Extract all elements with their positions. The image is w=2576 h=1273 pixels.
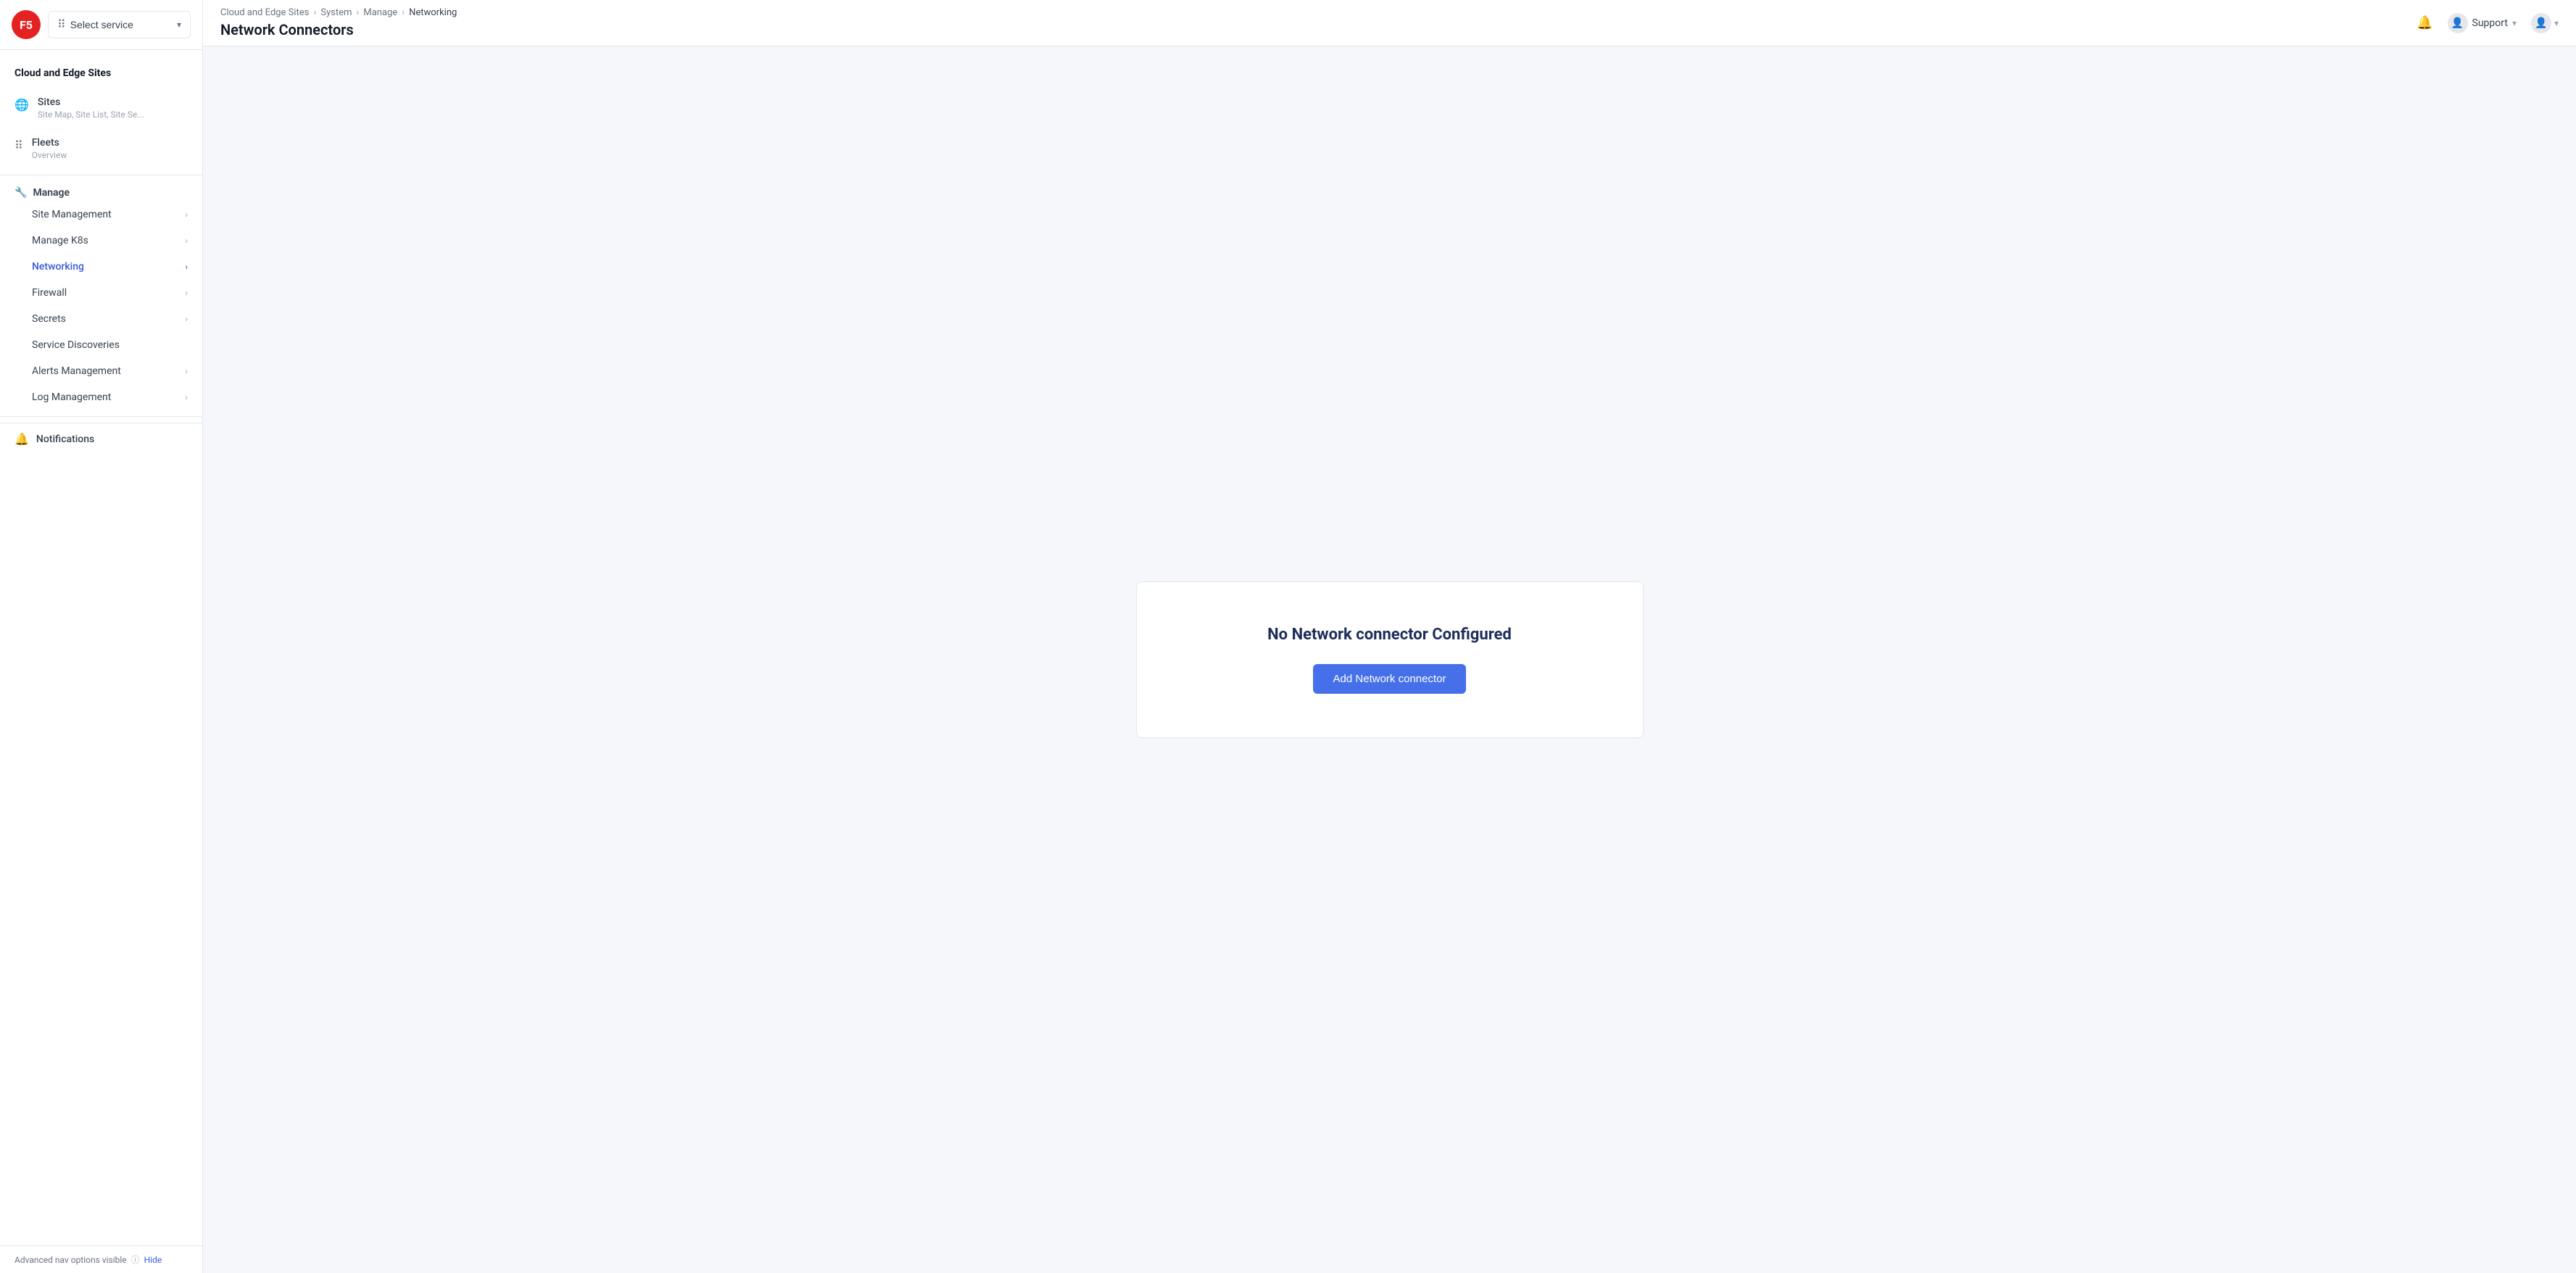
fleets-nav-text: Fleets Overview [32, 137, 67, 160]
sidebar-item-service-discoveries[interactable]: Service Discoveries [0, 332, 202, 358]
sidebar-item-manage-k8s[interactable]: Manage K8s › [0, 228, 202, 254]
chevron-right-icon: › [185, 392, 188, 402]
chevron-right-icon: › [185, 262, 188, 272]
chevron-right-icon: › [185, 288, 188, 298]
sidebar-item-sites[interactable]: 🌐 Sites Site Map, Site List, Site Se... [0, 88, 202, 128]
breadcrumb: Cloud and Edge Sites › System › Manage › Netwo… [220, 7, 457, 18]
sidebar-item-label: Site Management [32, 209, 112, 220]
user-avatar-button[interactable]: 👤 ▾ [2531, 13, 2559, 33]
sidebar-header: F5 ⠿ Select service ▾ [0, 0, 202, 50]
sidebar: F5 ⠿ Select service ▾ Cloud and Edge Sit… [0, 0, 203, 1273]
fleets-icon: ⠿ [15, 138, 23, 152]
chevron-right-icon: › [185, 366, 188, 376]
avatar-chevron-icon: ▾ [2554, 18, 2559, 28]
empty-state-title: No Network connector Configured [1195, 626, 1585, 644]
breadcrumb-separator: › [402, 7, 405, 18]
main-area: Cloud and Edge Sites › System › Manage › Netwo… [203, 0, 2576, 1273]
chevron-down-icon: ▾ [177, 20, 181, 30]
sites-icon: 🌐 [15, 98, 29, 112]
support-user-icon: 👤 [2448, 13, 2468, 33]
sidebar-item-label: Firewall [32, 287, 67, 299]
sidebar-item-alerts-management[interactable]: Alerts Management › [0, 358, 202, 384]
breadcrumb-item-0[interactable]: Cloud and Edge Sites [220, 7, 309, 18]
fleets-label: Fleets [32, 137, 67, 149]
manage-section: 🔧 Manage [0, 181, 202, 202]
page-title: Network Connectors [220, 21, 457, 38]
notifications-section[interactable]: 🔔 Notifications [0, 423, 202, 455]
fleets-sub: Overview [32, 150, 67, 160]
breadcrumb-item-1[interactable]: System [320, 7, 352, 18]
sidebar-item-site-management[interactable]: Site Management › [0, 202, 202, 228]
bell-icon: 🔔 [15, 432, 29, 446]
sidebar-item-firewall[interactable]: Firewall › [0, 280, 202, 306]
sidebar-item-fleets[interactable]: ⠿ Fleets Overview [0, 128, 202, 169]
sites-nav-text: Sites Site Map, Site List, Site Se... [38, 96, 144, 120]
sidebar-item-log-management[interactable]: Log Management › [0, 384, 202, 410]
breadcrumb-separator: › [313, 7, 316, 18]
sidebar-item-secrets[interactable]: Secrets › [0, 306, 202, 332]
manage-menu: Site Management›Manage K8s›Networking›Fi… [0, 202, 202, 410]
hide-link[interactable]: Hide [144, 1255, 162, 1265]
sidebar-item-networking[interactable]: Networking › [0, 254, 202, 280]
wrench-icon: 🔧 [15, 187, 27, 199]
manage-label: Manage [33, 187, 70, 199]
chevron-right-icon: › [185, 314, 188, 324]
sites-label: Sites [38, 96, 144, 108]
topbar-right: 🔔 👤 Support ▾ 👤 ▾ [2416, 13, 2559, 33]
select-service-label: Select service [70, 19, 133, 30]
chevron-right-icon: › [185, 210, 188, 220]
sidebar-footer: Advanced nav options visible ⓘ Hide [0, 1245, 202, 1273]
info-icon: ⓘ [131, 1253, 140, 1266]
topbar-left: Cloud and Edge Sites › System › Manage › Netwo… [220, 7, 457, 38]
support-button[interactable]: 👤 Support ▾ [2448, 13, 2517, 33]
avatar: 👤 [2531, 13, 2551, 33]
sidebar-item-label: Networking [32, 261, 84, 273]
section-title: Cloud and Edge Sites [0, 62, 202, 88]
chevron-right-icon: › [185, 236, 188, 246]
sidebar-item-label: Alerts Management [32, 365, 121, 377]
sidebar-content: Cloud and Edge Sites 🌐 Sites Site Map, S… [0, 50, 202, 1245]
sidebar-item-label: Secrets [32, 313, 66, 325]
breadcrumb-item-2[interactable]: Manage [363, 7, 397, 18]
select-service-button[interactable]: ⠿ Select service ▾ [48, 11, 191, 38]
f5-logo: F5 [12, 10, 41, 39]
page-content: No Network connector Configured Add Netw… [203, 46, 2576, 1273]
add-network-connector-button[interactable]: Add Network connector [1313, 664, 1467, 694]
sidebar-item-label: Log Management [32, 391, 111, 403]
topbar: Cloud and Edge Sites › System › Manage › Netwo… [203, 0, 2576, 46]
sidebar-item-label: Manage K8s [32, 235, 88, 246]
sites-sub: Site Map, Site List, Site Se... [38, 109, 144, 120]
support-chevron-icon: ▾ [2512, 18, 2517, 28]
empty-state-card: No Network connector Configured Add Netw… [1136, 581, 1644, 738]
footer-text: Advanced nav options visible [15, 1255, 127, 1265]
notifications-label: Notifications [36, 434, 94, 445]
notification-bell-icon[interactable]: 🔔 [2416, 15, 2432, 30]
breadcrumb-item-3: Networking [409, 7, 457, 18]
divider-2 [0, 416, 202, 417]
breadcrumb-separator: › [356, 7, 359, 18]
support-label: Support [2472, 17, 2508, 29]
grid-icon: ⠿ [57, 17, 66, 32]
sidebar-item-label: Service Discoveries [32, 339, 120, 351]
